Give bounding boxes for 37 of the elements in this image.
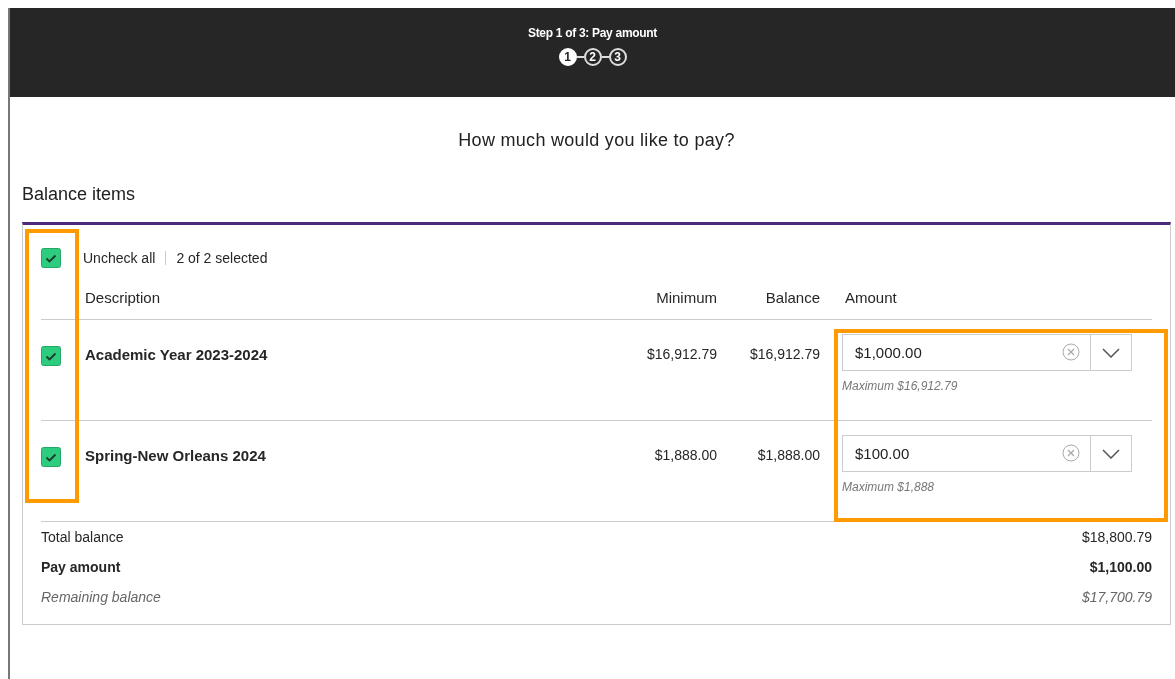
step-title: Step 1 of 3: Pay amount (527, 26, 658, 40)
column-header: Minimum (656, 289, 717, 306)
summary-value: $18,800.79 (1081, 529, 1152, 545)
summary-value: $17,700.79 (1081, 589, 1152, 605)
clear-icon[interactable] (1062, 444, 1080, 462)
uncheck-all-link[interactable]: Uncheck all (83, 250, 156, 266)
maximum-hint: Maximum $16,912.79 (842, 379, 958, 393)
balance-amount: $1,888.00 (757, 447, 820, 463)
selection-count: 2 of 2 selected (176, 250, 268, 266)
clear-icon[interactable] (1062, 343, 1080, 361)
dropdown-button[interactable] (1090, 435, 1132, 472)
amount-field[interactable]: $1,000.00 (842, 334, 1090, 371)
checkbox[interactable] (41, 248, 61, 268)
step-indicator: 1 (558, 48, 577, 66)
item-description: Academic Year 2023-2024 (85, 346, 268, 363)
maximum-hint: Maximum $1,888 (842, 480, 935, 494)
page-heading: How much would you like to pay? (457, 130, 736, 151)
step-indicator: 3 (608, 48, 627, 66)
checkbox[interactable] (41, 447, 61, 467)
summary-value: $1,100.00 (1089, 559, 1152, 575)
column-header: Balance (765, 289, 820, 306)
minimum-amount: $1,888.00 (654, 447, 717, 463)
chevron-down-icon (1102, 448, 1120, 459)
chevron-down-icon (1102, 347, 1120, 358)
column-header: Amount (845, 289, 897, 306)
amount-field[interactable]: $100.00 (842, 435, 1090, 472)
balance-amount: $16,912.79 (749, 346, 820, 362)
step-indicator: 2 (583, 48, 602, 66)
summary-label: Pay amount (41, 559, 121, 575)
summary-label: Remaining balance (41, 589, 161, 605)
summary-label: Total balance (41, 529, 124, 545)
column-header: Description (85, 289, 161, 306)
checkbox[interactable] (41, 346, 61, 366)
item-description: Spring-New Orleans 2024 (85, 447, 266, 464)
dropdown-button[interactable] (1090, 334, 1132, 371)
section-title: Balance items (22, 184, 137, 205)
minimum-amount: $16,912.79 (646, 346, 717, 362)
